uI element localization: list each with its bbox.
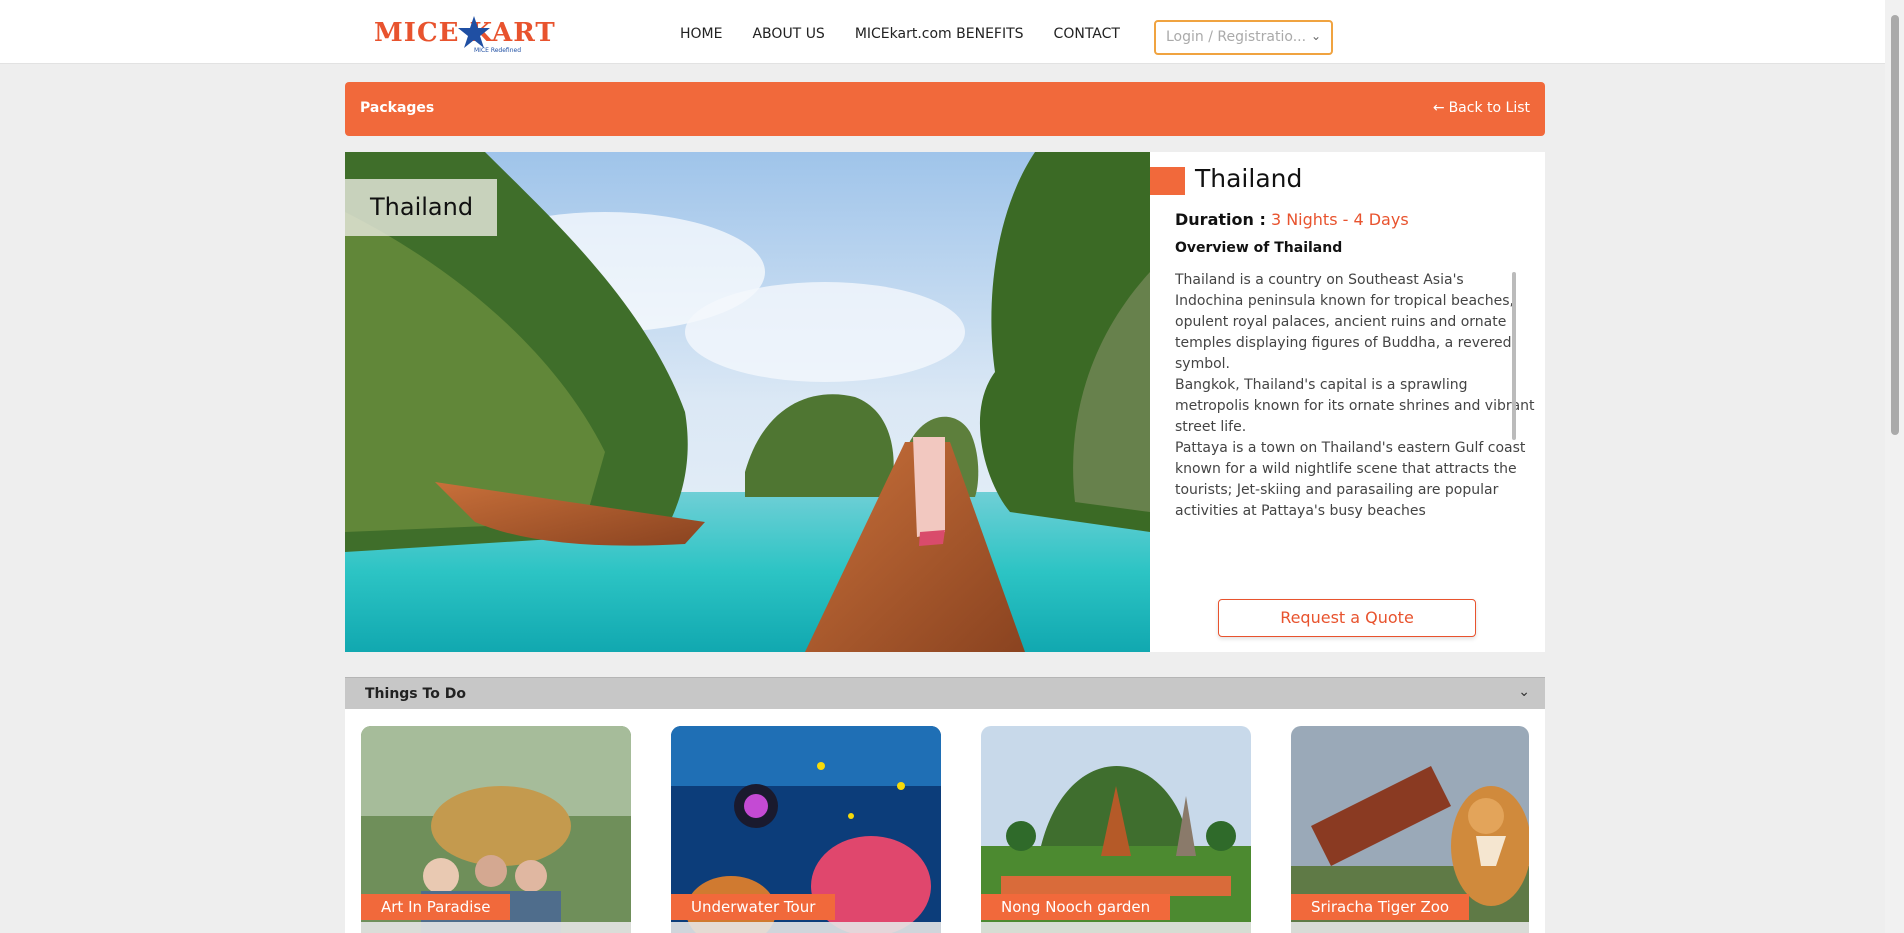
login-select-value: Login / Registratio... — [1166, 29, 1307, 45]
package-detail-panel: Thailand Duration : 3 Nights - 4 Days Ov… — [1150, 152, 1545, 652]
activity-card-label: Underwater Tour — [671, 894, 836, 920]
nav-contact[interactable]: CONTACT — [1054, 26, 1120, 42]
activity-card-label: Nong Nooch garden — [981, 894, 1171, 920]
duration-label: Duration : — [1175, 210, 1266, 229]
activity-card-desc: Nong Nooch Tropical Botanical — [981, 922, 1251, 933]
logo-tagline: MICE Redefined — [474, 47, 522, 54]
back-to-list-label: Back to List — [1448, 100, 1530, 116]
back-to-list-link[interactable]: ← Back to List — [1433, 100, 1530, 116]
overview-paragraph: Pattaya is a town on Thailand's eastern … — [1175, 440, 1526, 518]
activity-card[interactable]: Underwater Tour Underwater World Pattaya… — [671, 726, 941, 933]
overview-text[interactable]: Thailand is a country on Southeast Asia'… — [1175, 270, 1535, 518]
activity-card-label: Art In Paradise — [361, 894, 511, 920]
overview-paragraph: Thailand is a country on Southeast Asia'… — [1175, 272, 1514, 372]
title-accent-flag — [1150, 167, 1185, 195]
activity-card[interactable]: Art In Paradise Art in Paradise is the f… — [361, 726, 631, 933]
overview-scrollbar[interactable] — [1512, 272, 1516, 440]
package-duration: Duration : 3 Nights - 4 Days — [1175, 210, 1409, 229]
overview-heading: Overview of Thailand — [1175, 240, 1343, 256]
main-nav: HOME ABOUT US MICEkart.com BENEFITS CONT… — [680, 26, 1120, 42]
hero-image: Thailand — [345, 152, 1150, 652]
things-to-do-accordion-header[interactable]: Things To Do ⌄ — [345, 677, 1545, 709]
hero-location-label: Thailand — [345, 179, 497, 236]
things-to-do-title: Things To Do — [365, 686, 466, 702]
top-navbar: MICE KART MICE Redefined HOME ABOUT US M… — [0, 0, 1885, 64]
activity-card[interactable]: Nong Nooch garden Nong Nooch Tropical Bo… — [981, 726, 1251, 933]
things-to-do-carousel: Art In Paradise Art in Paradise is the f… — [345, 709, 1545, 933]
packages-title: Packages — [360, 100, 435, 116]
activity-card-desc: Underwater World Pattaya is only — [671, 922, 941, 933]
activity-card[interactable]: Sriracha Tiger Zoo The Sriracha Tiger Zo… — [1291, 726, 1529, 933]
activity-card-desc: The Sriracha Tiger Zoo is a zoo in — [1291, 922, 1529, 933]
nav-about-us[interactable]: ABOUT US — [752, 26, 824, 42]
activity-card-desc: Art in Paradise is the first 3D- — [361, 922, 631, 933]
nav-benefits[interactable]: MICEkart.com BENEFITS — [855, 26, 1024, 42]
request-quote-button[interactable]: Request a Quote — [1218, 599, 1476, 637]
login-registration-select[interactable]: Login / Registratio... ⌄ — [1154, 20, 1333, 55]
window-scrollbar-thumb[interactable] — [1891, 15, 1899, 435]
nav-home[interactable]: HOME — [680, 26, 722, 42]
chevron-down-icon: ⌄ — [1310, 29, 1321, 43]
window-scrollbar[interactable] — [1885, 0, 1904, 933]
packages-header-bar: Packages ← Back to List — [345, 82, 1545, 136]
activity-card-label: Sriracha Tiger Zoo — [1291, 894, 1470, 920]
overview-paragraph: Bangkok, Thailand's capital is a sprawli… — [1175, 377, 1535, 435]
package-title: Thailand — [1195, 164, 1303, 193]
arrow-left-icon: ← — [1432, 100, 1445, 116]
micekart-logo[interactable]: MICE KART MICE Redefined — [374, 14, 555, 54]
duration-value: 3 Nights - 4 Days — [1270, 210, 1409, 229]
chevron-down-icon: ⌄ — [1518, 684, 1530, 700]
